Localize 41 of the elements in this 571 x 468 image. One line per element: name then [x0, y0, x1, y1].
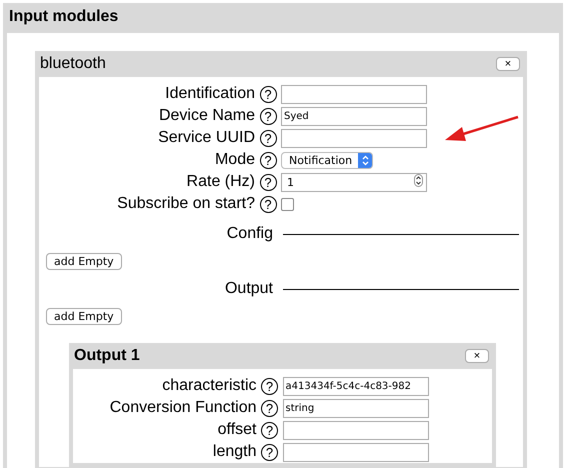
field-label: Service UUID: [157, 129, 255, 147]
field-label: Subscribe on start?: [116, 195, 255, 213]
panel-title: Input modules: [8, 7, 120, 27]
section-title: Config: [226, 225, 273, 243]
help-icon[interactable]: ?: [260, 152, 276, 168]
chevron-icon[interactable]: [362, 154, 368, 166]
field-label: characteristic: [161, 377, 256, 395]
spinner-icon[interactable]: [414, 174, 423, 187]
module-title: bluetooth: [40, 55, 106, 73]
input-field[interactable]: [281, 128, 427, 148]
help-icon[interactable]: ?: [261, 422, 278, 438]
checkbox[interactable]: [281, 198, 294, 210]
field-label: offset: [216, 421, 256, 439]
module-title: Output 1: [74, 347, 140, 365]
input-field[interactable]: [282, 442, 428, 462]
field-label: Conversion Function: [108, 399, 256, 417]
field-label: Device Name: [158, 107, 255, 125]
help-icon[interactable]: ?: [261, 444, 278, 460]
help-icon[interactable]: ?: [261, 378, 278, 394]
help-icon[interactable]: ?: [260, 174, 276, 190]
number-field[interactable]: 1: [281, 172, 427, 192]
close-button[interactable]: ×: [465, 349, 489, 363]
help-icon[interactable]: ?: [260, 86, 276, 102]
input-field[interactable]: [281, 84, 427, 104]
field-label: Rate (Hz): [186, 173, 255, 191]
help-icon[interactable]: ?: [261, 400, 278, 416]
input-field[interactable]: a413434f-5c4c-4c83-982: [282, 376, 428, 396]
input-field[interactable]: Syed: [281, 106, 427, 126]
field-label: Identification: [164, 85, 255, 103]
add-empty-button[interactable]: add Empty: [46, 253, 122, 270]
field-label: length: [212, 443, 256, 461]
help-icon[interactable]: ?: [260, 196, 276, 212]
help-icon[interactable]: ?: [260, 108, 276, 124]
input-field[interactable]: string: [282, 398, 428, 418]
select-field[interactable]: Notification: [281, 152, 373, 168]
input-field[interactable]: [282, 420, 428, 440]
help-icon[interactable]: ?: [260, 130, 276, 146]
add-empty-button[interactable]: add Empty: [46, 308, 122, 325]
field-label: Mode: [214, 151, 255, 169]
close-button[interactable]: ×: [496, 57, 520, 71]
section-title: Output: [224, 280, 273, 298]
